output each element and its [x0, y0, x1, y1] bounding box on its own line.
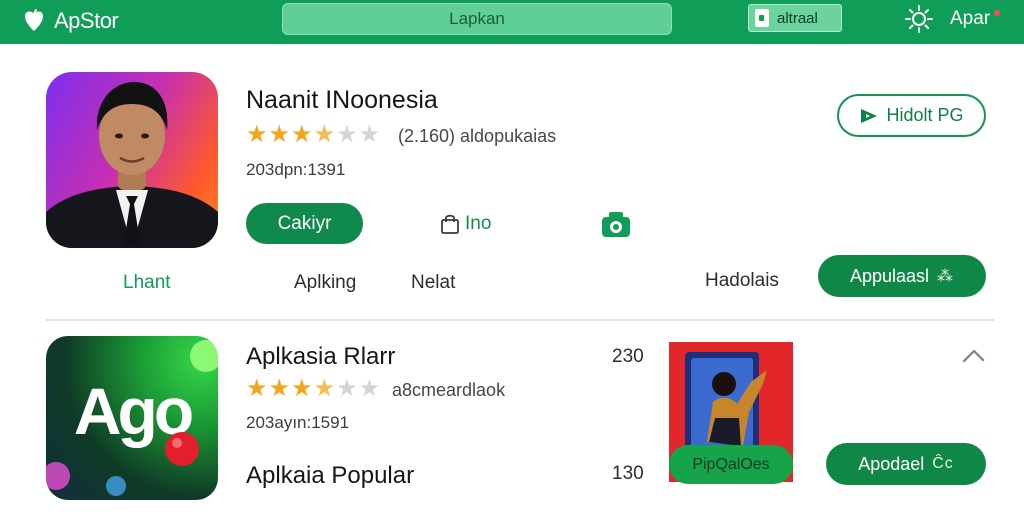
featured-meta: 203dpn:1391 [246, 160, 346, 179]
applications-label: Appulaasl [849, 265, 930, 286]
play-icon [861, 108, 878, 123]
promo-button[interactable]: PipQalOes [669, 445, 793, 484]
star-empty-icon: ★ [358, 375, 381, 402]
person-portrait-icon [46, 82, 218, 248]
camera-icon[interactable] [600, 209, 632, 239]
listing-count-top: 230 [612, 346, 644, 367]
brightness-icon[interactable] [904, 4, 934, 34]
install-label: Cakiyr [277, 212, 332, 234]
top-app-bar: ApStor Lapkan altraal Apar [0, 0, 1024, 44]
star-icon: ★ [246, 121, 268, 148]
star-icon: ★ [268, 375, 291, 402]
tab-lhant[interactable]: Lhant [123, 272, 171, 294]
ago-logo-icon: Ago [46, 340, 218, 496]
listing-count-bottom: 130 [612, 463, 644, 484]
tab-nelat[interactable]: Nelat [411, 272, 455, 294]
search-text: Lapkan [449, 9, 505, 28]
listing-rating-stars: ★ ★ ★ ★ ★ ★ [246, 377, 380, 401]
update-glyph-icon: Ĉc [932, 455, 954, 472]
featured-rating-text: (2.160) aldopukaias [398, 126, 557, 146]
apps-menu-label[interactable]: Apar [950, 8, 990, 30]
install-button[interactable]: Cakiyr [246, 203, 363, 244]
section-divider [46, 319, 994, 321]
search-input[interactable]: Lapkan [282, 3, 672, 35]
star-empty-icon: ★ [336, 375, 358, 402]
info-label: Ino [465, 213, 492, 234]
update-label: Apodael [858, 453, 925, 474]
popular-apps-heading[interactable]: Aplkaia Popular [246, 462, 414, 490]
promo-button-label: PipQalOes [692, 455, 770, 473]
notification-dot [994, 10, 1000, 16]
account-chip[interactable]: altraal [748, 4, 842, 32]
star-icon: ★ [313, 375, 336, 402]
star-icon: ★ [268, 121, 291, 148]
listing-rating-text: a8cmeardlaok [392, 380, 506, 400]
featured-app-title[interactable]: Naanit INoonesia [246, 86, 438, 115]
featured-rating-stars: ★ ★ ★ ★ ★ ★ [246, 123, 380, 147]
store-logo-icon [25, 9, 43, 31]
sparkle-icon: ⁂ [937, 268, 955, 285]
listing-app-icon[interactable]: Ago [46, 336, 218, 500]
share-icon[interactable] [961, 344, 987, 366]
update-button[interactable]: Apodael Ĉc [826, 443, 986, 485]
listing-app-title[interactable]: Aplkasia Rlarr [246, 343, 395, 371]
brand-name: ApStor [54, 8, 119, 33]
star-icon: ★ [291, 121, 313, 148]
shopping-bag-icon [441, 214, 459, 234]
listing-meta: 203ayın:1591 [246, 413, 350, 432]
tab-hadolais[interactable]: Hadolais [705, 270, 779, 292]
tab-aplking[interactable]: Aplking [294, 272, 356, 294]
lock-icon [755, 9, 769, 27]
star-empty-icon: ★ [358, 121, 381, 148]
star-icon: ★ [291, 375, 313, 402]
star-icon: ★ [313, 121, 336, 148]
featured-app-icon[interactable] [46, 72, 218, 248]
play-preview-button[interactable]: Hidolt PG [837, 94, 986, 137]
account-label: altraal [777, 9, 818, 27]
store-brand[interactable]: ApStor [22, 6, 119, 36]
star-icon: ★ [246, 375, 268, 402]
info-link[interactable]: Ino [440, 211, 491, 237]
play-preview-label: Hidolt PG [886, 105, 964, 125]
applications-button[interactable]: Appulaasl ⁂ [818, 255, 986, 297]
star-empty-icon: ★ [336, 121, 358, 148]
